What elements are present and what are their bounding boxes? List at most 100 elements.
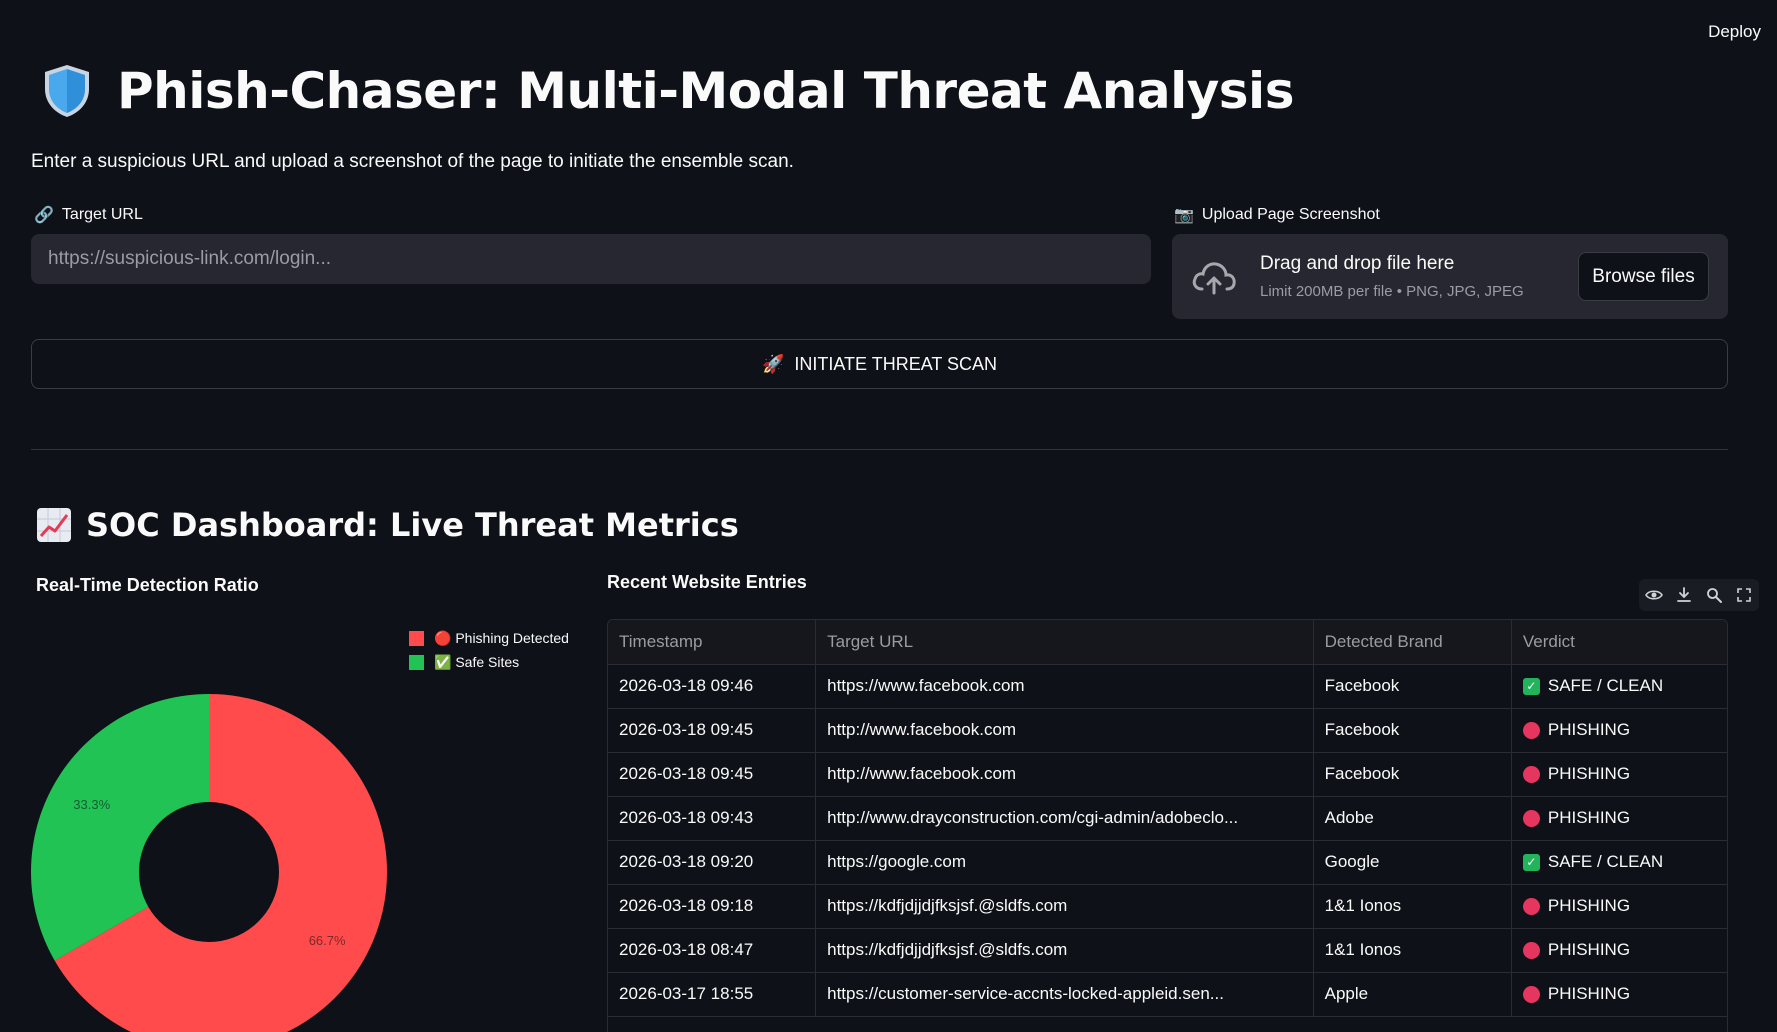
chart-title: Real-Time Detection Ratio: [36, 575, 259, 595]
cell-brand: Facebook: [1313, 664, 1512, 709]
cell-brand: 1&1 Ionos: [1313, 928, 1512, 973]
table-row[interactable]: 2026-03-18 09:43 http://www.drayconstruct…: [608, 796, 1727, 841]
shield-icon: [45, 65, 89, 117]
red-circle-icon: [1522, 985, 1540, 1003]
table-title: Recent Website Entries: [607, 572, 807, 592]
cell-url: http://www.drayconstruction.com/cgi-admi…: [815, 796, 1314, 841]
url-field-label-text: Target URL: [61, 206, 143, 223]
download-icon[interactable]: [1675, 586, 1693, 604]
target-url-input[interactable]: [31, 234, 1151, 284]
cell-timestamp: 2026-03-18 09:18: [608, 884, 817, 929]
legend-swatch-phishing: [409, 630, 424, 646]
table-row[interactable]: 2026-03-17 18:55 https://customer-service…: [608, 972, 1727, 1017]
cell-url: http://www.facebook.com: [815, 752, 1314, 797]
verdict-label: PHISHING: [1547, 940, 1631, 959]
red-circle-icon: [1522, 941, 1540, 959]
cell-timestamp: 2026-03-17 18:55: [608, 972, 817, 1017]
detection-donut-chart: 66.7% 33.3%: [31, 694, 387, 1032]
divider: [31, 449, 1728, 450]
scan-button-label: INITIATE THREAT SCAN: [794, 353, 998, 374]
cell-verdict: ✓ SAFE / CLEAN: [1511, 840, 1727, 885]
cell-url: http://www.facebook.com: [815, 708, 1314, 753]
rocket-icon: 🚀: [761, 353, 785, 374]
verdict-label: SAFE / CLEAN: [1547, 676, 1664, 695]
fullscreen-icon[interactable]: [1735, 586, 1753, 604]
column-header-url[interactable]: Target URL: [815, 620, 1314, 665]
camera-icon: 📷: [1174, 207, 1194, 224]
file-dropzone[interactable]: Drag and drop file here Limit 200MB per …: [1172, 234, 1728, 319]
cell-timestamp: 2026-03-18 09:45: [608, 708, 817, 753]
cell-verdict: PHISHING: [1511, 928, 1727, 973]
initiate-scan-button[interactable]: 🚀 INITIATE THREAT SCAN: [31, 339, 1728, 389]
cell-url: https://google.com: [815, 840, 1314, 885]
red-circle-icon: [1522, 765, 1540, 783]
cell-verdict: PHISHING: [1511, 972, 1727, 1017]
dropzone-instructions: Drag and drop file here: [1260, 253, 1455, 274]
search-icon[interactable]: [1705, 586, 1723, 604]
table-row[interactable]: 2026-03-18 09:20 https://google.com Google…: [608, 840, 1727, 885]
page-intro: Enter a suspicious URL and upload a scre…: [31, 151, 794, 172]
browse-files-button[interactable]: Browse files: [1578, 252, 1709, 301]
table-row[interactable]: 2026-03-18 09:18 https://kdfjdjjdjfksjsf.…: [608, 884, 1727, 929]
verdict-label: SAFE / CLEAN: [1547, 852, 1664, 871]
cell-url: https://kdfjdjjdjfksjsf.@sldfs.com: [815, 884, 1314, 929]
chart-legend: 🔴 Phishing Detected ✅ Safe Sites: [409, 626, 569, 674]
uploader-label-text: Upload Page Screenshot: [1201, 206, 1380, 223]
red-circle-icon: [1522, 809, 1540, 827]
cell-brand: Google: [1313, 840, 1512, 885]
verdict-label: PHISHING: [1547, 984, 1631, 1003]
legend-label-phishing: 🔴 Phishing Detected: [434, 629, 569, 646]
cell-brand: Apple: [1313, 972, 1512, 1017]
table-row[interactable]: 2026-03-18 08:47 https://kdfjdjjdjfksjsf.…: [608, 928, 1727, 973]
cell-url: https://customer-service-accnts-locked-a…: [815, 972, 1314, 1017]
table-row[interactable]: 2026-03-18 09:46 https://www.facebook.com…: [608, 664, 1727, 709]
cell-verdict: PHISHING: [1511, 796, 1727, 841]
column-header-timestamp[interactable]: Timestamp: [608, 620, 817, 665]
dashboard-heading: SOC Dashboard: Live Threat Metrics: [36, 506, 739, 544]
cell-url: https://kdfjdjjdjfksjsf.@sldfs.com: [815, 928, 1314, 973]
verdict-label: PHISHING: [1547, 764, 1631, 783]
page-header: Phish-Chaser: Multi-Modal Threat Analysi…: [41, 62, 1294, 120]
red-circle-icon: [1522, 721, 1540, 739]
slice-label-safe: 33.3%: [73, 797, 110, 812]
cell-brand: Adobe: [1313, 796, 1512, 841]
cell-verdict: ✓ SAFE / CLEAN: [1511, 664, 1727, 709]
legend-item-safe[interactable]: ✅ Safe Sites: [409, 650, 569, 674]
cell-verdict: PHISHING: [1511, 752, 1727, 797]
cell-url: https://www.facebook.com: [815, 664, 1314, 709]
cell-timestamp: 2026-03-18 09:43: [608, 796, 817, 841]
url-field-label: 🔗 Target URL: [34, 205, 143, 225]
cell-brand: Facebook: [1313, 708, 1512, 753]
table-header-row: Timestamp Target URL Detected Brand Verd…: [608, 620, 1727, 665]
slice-safe[interactable]: [31, 694, 209, 961]
red-circle-icon: [1522, 897, 1540, 915]
eye-icon[interactable]: [1645, 586, 1663, 604]
verdict-label: PHISHING: [1547, 808, 1631, 827]
column-header-verdict[interactable]: Verdict: [1511, 620, 1727, 665]
cell-timestamp: 2026-03-18 09:45: [608, 752, 817, 797]
legend-swatch-safe: [409, 654, 424, 670]
slice-label-phishing: 66.7%: [309, 933, 346, 948]
chart-increasing-icon: [37, 508, 71, 542]
uploader-label: 📷 Upload Page Screenshot: [1174, 205, 1380, 225]
table-row[interactable]: 2026-03-18 09:45 http://www.facebook.com F…: [608, 752, 1727, 797]
check-icon: ✓: [1522, 677, 1540, 695]
page-title: Phish-Chaser: Multi-Modal Threat Analysi…: [117, 62, 1294, 120]
legend-label-safe: ✅ Safe Sites: [434, 653, 520, 670]
cell-brand: Facebook: [1313, 752, 1512, 797]
cell-timestamp: 2026-03-18 08:47: [608, 928, 817, 973]
recent-entries-table[interactable]: Timestamp Target URL Detected Brand Verd…: [607, 619, 1728, 1032]
dropzone-limits: Limit 200MB per file • PNG, JPG, JPEG: [1260, 283, 1524, 300]
cell-verdict: PHISHING: [1511, 708, 1727, 753]
cell-verdict: PHISHING: [1511, 884, 1727, 929]
link-icon: 🔗: [34, 207, 54, 224]
cell-timestamp: 2026-03-18 09:20: [608, 840, 817, 885]
dashboard-title: SOC Dashboard: Live Threat Metrics: [86, 506, 739, 544]
cell-timestamp: 2026-03-18 09:46: [608, 664, 817, 709]
table-row[interactable]: 2026-03-18 09:45 http://www.facebook.com F…: [608, 708, 1727, 753]
verdict-label: PHISHING: [1547, 896, 1631, 915]
legend-item-phishing[interactable]: 🔴 Phishing Detected: [409, 626, 569, 650]
check-icon: ✓: [1522, 853, 1540, 871]
deploy-button[interactable]: Deploy: [1708, 22, 1761, 42]
column-header-brand[interactable]: Detected Brand: [1313, 620, 1512, 665]
